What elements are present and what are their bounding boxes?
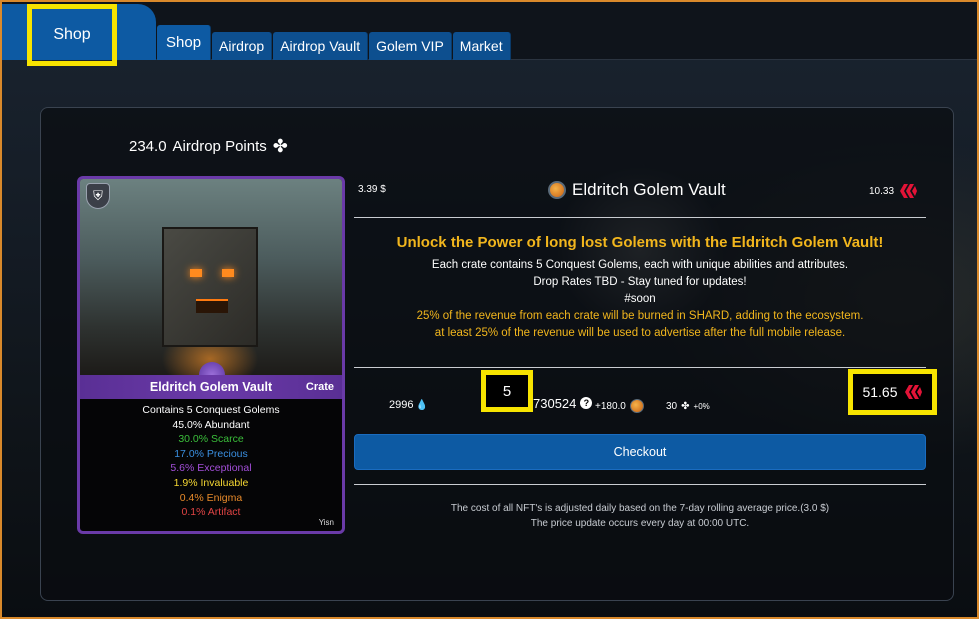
rarity-scarce: 30.0% Scarce	[178, 433, 244, 446]
coin-icon	[629, 399, 644, 413]
rarity-invaluable: 1.9% Invaluable	[173, 476, 249, 489]
vault-title-text: Eldritch Golem Vault	[572, 180, 726, 199]
hive-icon	[898, 182, 918, 200]
vault-title: Eldritch Golem Vault	[548, 180, 726, 200]
description-line: #soon	[624, 293, 656, 305]
price-hive: 10.33	[869, 182, 918, 200]
supply-value: 730524	[533, 395, 577, 411]
bonus-value: +180.0	[595, 400, 626, 412]
golem-illustration	[162, 227, 258, 347]
card-title-bar: Eldritch Golem Vault Crate	[80, 375, 342, 399]
vault-card: ⛨ Eldritch Golem Vault Crate Contains 5 …	[77, 176, 345, 534]
total-value: 51.65	[862, 384, 898, 400]
divider	[354, 217, 926, 218]
airdrop-points-value: 234.0	[129, 138, 167, 155]
rarity-exceptional: 5.6% Exceptional	[170, 462, 252, 475]
airdrop-points-label: Airdrop Points	[172, 138, 267, 155]
shop-header-button[interactable]: Shop	[27, 4, 117, 66]
description-line: Each crate contains 5 Conquest Golems, e…	[431, 259, 849, 271]
description-line: Drop Rates TBD - Stay tuned for updates!	[533, 276, 747, 288]
card-contents: Contains 5 Conquest Golems	[142, 404, 280, 416]
card-artwork	[80, 179, 342, 377]
divider	[354, 367, 926, 368]
tab-bar: Shop Airdrop Airdrop Vault Golem VIP Mar…	[157, 25, 512, 60]
checkout-button[interactable]: Checkout	[354, 434, 926, 470]
revenue-note: 25% of the revenue from each crate will …	[416, 310, 864, 322]
clover-icon: ✤	[681, 400, 690, 412]
price-disclaimer: The cost of all NFT's is adjusted daily …	[354, 501, 926, 531]
boost-value: 30	[666, 400, 678, 412]
revenue-note: at least 25% of the revenue will be used…	[434, 327, 846, 339]
stock-value: 2996	[389, 399, 414, 411]
price-hive-value: 10.33	[869, 185, 895, 197]
price-usd: 3.39 $	[358, 184, 386, 195]
disclaimer-line: The cost of all NFT's is adjusted daily …	[450, 503, 830, 514]
hive-icon	[903, 383, 923, 401]
boost-info: 30 ✤ +0%	[666, 386, 710, 426]
shield-icon: ⛨	[86, 183, 110, 209]
tab-market[interactable]: Market	[452, 32, 511, 60]
supply-count: 730524 ?	[533, 383, 593, 423]
total-price: 51.65	[848, 369, 937, 415]
card-rarity-list: Contains 5 Conquest Golems 45.0% Abundan…	[80, 403, 342, 520]
rarity-abundant: 45.0% Abundant	[172, 418, 250, 431]
rarity-enigma: 0.4% Enigma	[179, 491, 243, 504]
vault-headline: Unlock the Power of long lost Golems wit…	[396, 234, 884, 251]
tab-shop[interactable]: Shop	[157, 25, 212, 60]
disclaimer-line: The price update occurs every day at 00:…	[530, 518, 750, 529]
clover-icon: ✤	[272, 136, 288, 156]
help-icon[interactable]: ?	[580, 397, 593, 409]
rarity-precious: 17.0% Precious	[174, 447, 248, 460]
rarity-artifact: 0.1% Artifact	[181, 506, 241, 519]
boost-percent: +0%	[693, 401, 710, 411]
card-title: Eldritch Golem Vault	[149, 380, 273, 394]
coin-icon	[548, 181, 566, 199]
card-type: Crate	[305, 381, 334, 393]
vault-description: Unlock the Power of long lost Golems wit…	[354, 234, 926, 342]
airdrop-points: 234.0 Airdrop Points ✤	[129, 136, 288, 157]
drop-icon: 💧	[415, 399, 428, 411]
tab-airdrop-vault[interactable]: Airdrop Vault	[273, 32, 369, 60]
bonus-amount: +180.0	[595, 386, 644, 426]
quantity-input[interactable]	[481, 370, 533, 412]
card-signature: Yisn	[318, 518, 334, 527]
tab-airdrop[interactable]: Airdrop	[212, 32, 273, 60]
stock-count: 2996 💧	[389, 385, 428, 425]
divider	[354, 484, 926, 485]
tab-golem-vip[interactable]: Golem VIP	[369, 32, 452, 60]
